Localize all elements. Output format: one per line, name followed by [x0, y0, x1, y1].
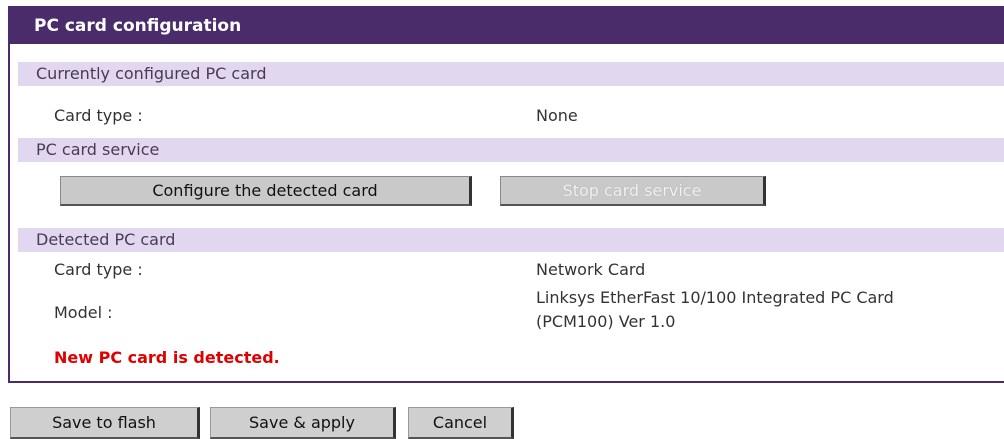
configure-card-button[interactable]: Configure the detected card — [60, 176, 472, 206]
section-current-card: Currently configured PC card — [18, 62, 1004, 86]
save-to-flash-button[interactable]: Save to flash — [10, 407, 200, 439]
detected-card-type-label: Card type : — [54, 260, 143, 279]
stop-card-service-button[interactable]: Stop card service — [500, 176, 766, 206]
cancel-button[interactable]: Cancel — [408, 407, 514, 439]
detected-model-value-line2: (PCM100) Ver 1.0 — [536, 312, 676, 331]
pc-card-config-panel: PC card configuration Currently configur… — [8, 6, 1004, 383]
detected-card-type-value: Network Card — [536, 260, 646, 279]
detected-model-label: Model : — [54, 303, 113, 322]
current-card-type-value: None — [536, 106, 578, 125]
save-and-apply-button[interactable]: Save & apply — [210, 407, 396, 439]
new-card-detected-message: New PC card is detected. — [54, 348, 280, 367]
detected-model-value-line1: Linksys EtherFast 10/100 Integrated PC C… — [536, 288, 894, 307]
section-card-service: PC card service — [18, 138, 1004, 162]
current-card-type-label: Card type : — [54, 106, 143, 125]
panel-title: PC card configuration — [10, 8, 1004, 44]
section-detected-card: Detected PC card — [18, 228, 1004, 252]
